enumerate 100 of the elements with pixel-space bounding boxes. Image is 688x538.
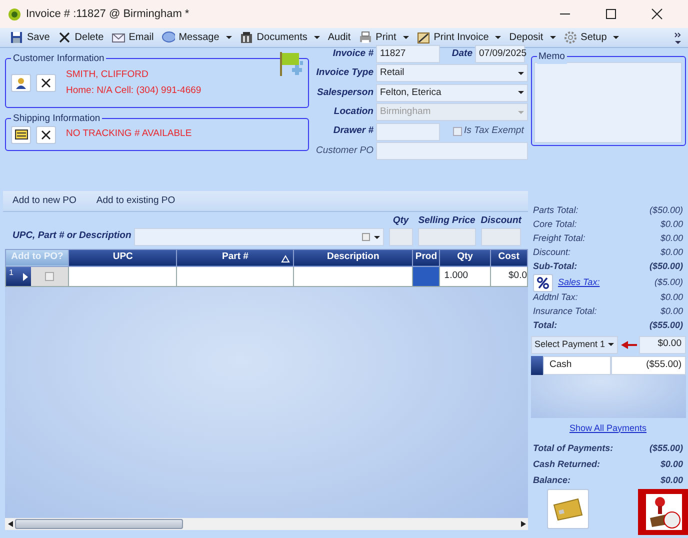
qty-field[interactable]	[388, 228, 413, 246]
total-value: $0.00	[660, 291, 683, 304]
sort-icon	[281, 254, 290, 262]
summary-label: Cash Returned:	[533, 458, 600, 471]
customer-po-field[interactable]	[376, 142, 528, 160]
table-cell[interactable]: 1.000	[440, 266, 490, 286]
percent-icon	[537, 276, 549, 288]
po-tab[interactable]: Add to existing PO	[86, 194, 186, 208]
total-label: Discount:	[533, 246, 571, 260]
table-cell[interactable]	[176, 266, 294, 286]
printer-icon	[358, 31, 372, 44]
summary-label: Total of Payments:	[533, 442, 614, 455]
total-label: Freight Total:	[533, 232, 586, 246]
column-header[interactable]: Prod	[412, 249, 440, 266]
total-value: ($55.00)	[649, 319, 683, 332]
field-label: Location	[332, 105, 374, 120]
customer-lookup-button[interactable]	[11, 74, 31, 92]
credit-card-button[interactable]	[546, 488, 588, 528]
total-value: $0.00	[660, 218, 683, 232]
flag-plus-icon[interactable]	[278, 51, 302, 79]
x-icon	[58, 31, 71, 44]
summary-value: $0.00	[660, 474, 683, 487]
total-label: Total:	[533, 319, 558, 332]
table-cell[interactable]	[294, 266, 413, 286]
arrow-icon	[620, 340, 637, 348]
date-field[interactable]: 07/09/2025	[475, 45, 525, 63]
discount-field[interactable]	[481, 228, 522, 246]
salesperson-dropdown[interactable]: Felton, Eterica	[376, 84, 528, 102]
invoice-number-field[interactable]: 11827	[376, 45, 440, 63]
checkbox[interactable]	[452, 127, 462, 136]
payment-method-dropdown[interactable]: Select Payment 1	[530, 336, 618, 354]
sales-tax-link[interactable]: Sales Tax:	[558, 276, 600, 290]
invoice-type-dropdown[interactable]: Retail	[376, 64, 528, 82]
summary-label: Balance:	[533, 474, 571, 487]
column-header[interactable]: Description	[294, 249, 413, 266]
column-header[interactable]: Cost	[490, 249, 528, 266]
total-label: Parts Total:	[533, 204, 578, 218]
check-out-button[interactable]	[638, 488, 688, 534]
summary-value: ($55.00)	[649, 442, 683, 455]
table-cell[interactable]	[412, 266, 440, 286]
horizontal-scrollbar[interactable]	[5, 518, 528, 530]
credit-card-icon	[552, 496, 584, 520]
toolbar-button[interactable]: Audit	[324, 28, 355, 48]
scrollbar-thumb[interactable]	[15, 519, 183, 529]
window-title: Invoice # :11827 @ Birmingham *	[26, 6, 190, 22]
sales-tax-button[interactable]	[533, 274, 553, 292]
row-header[interactable]: 1	[6, 266, 31, 286]
checkbox-label: Is Tax Exempt	[464, 124, 524, 138]
total-label: Addtnl Tax:	[533, 291, 578, 304]
toolbar-button[interactable]: Documents	[236, 28, 324, 48]
app-logo-icon	[8, 8, 21, 20]
x-icon	[41, 78, 51, 88]
field-label: UPC, Part # or Description	[12, 228, 132, 243]
checkbox[interactable]	[45, 272, 54, 280]
table-cell[interactable]: Cash	[542, 356, 610, 375]
drawer-field[interactable]	[376, 122, 440, 141]
customer-name: SMITH, CLIFFORD	[66, 68, 150, 82]
field-label: Date	[450, 46, 472, 61]
customer-phone: Home: N/A Cell: (304) 991-4669	[66, 84, 202, 98]
memo-field[interactable]	[534, 62, 682, 142]
total-value: ($50.00)	[649, 260, 683, 274]
total-value: ($5.00)	[654, 276, 683, 289]
summary-value: $0.00	[660, 458, 683, 471]
part-search-field[interactable]	[134, 228, 384, 246]
delete-button[interactable]: Delete	[54, 28, 108, 48]
selling-price-field[interactable]	[418, 228, 476, 246]
payment-amount-field[interactable]: $0.00	[639, 336, 686, 354]
total-label: Insurance Total:	[533, 305, 597, 318]
field-label: Customer PO	[314, 144, 374, 158]
show-all-payments-link[interactable]: Show All Payments	[569, 422, 647, 432]
toolbar-button[interactable]: Save	[6, 28, 54, 48]
row-pointer-icon	[23, 272, 28, 280]
x-icon	[41, 130, 51, 140]
envelope-icon	[112, 31, 125, 44]
table-cell[interactable]: $0.0	[490, 266, 528, 286]
speech-bubble-icon	[162, 31, 175, 44]
total-value: ($50.00)	[649, 204, 683, 218]
scroll-right-icon	[520, 521, 526, 527]
list-icon	[362, 233, 370, 241]
table-cell[interactable]: ($55.00)	[610, 356, 686, 375]
total-label: Sub-Total:	[533, 260, 578, 274]
row-header[interactable]	[530, 356, 542, 375]
total-label: Core Total:	[533, 218, 577, 232]
po-tab[interactable]: Add to new PO	[2, 194, 86, 208]
shipping-button[interactable]	[11, 126, 31, 144]
clear-button[interactable]	[36, 74, 56, 92]
overflow-icon[interactable]	[674, 30, 682, 44]
column-header[interactable]: UPC	[68, 249, 177, 266]
toolbar-button[interactable]: Message	[158, 28, 236, 48]
table-cell[interactable]	[68, 266, 177, 286]
column-header[interactable]: Qty	[440, 249, 490, 266]
total-value: $0.00	[660, 232, 683, 246]
field-label: Qty	[392, 214, 409, 228]
toolbar-button[interactable]: Setup	[560, 28, 624, 48]
person-icon	[15, 77, 27, 89]
column-header[interactable]: Part #	[176, 249, 294, 266]
field-label: Invoice #	[332, 46, 374, 61]
toolbar-button[interactable]: Email	[108, 28, 158, 48]
clear-button[interactable]	[36, 126, 56, 144]
field-label: Selling Price	[418, 214, 476, 228]
